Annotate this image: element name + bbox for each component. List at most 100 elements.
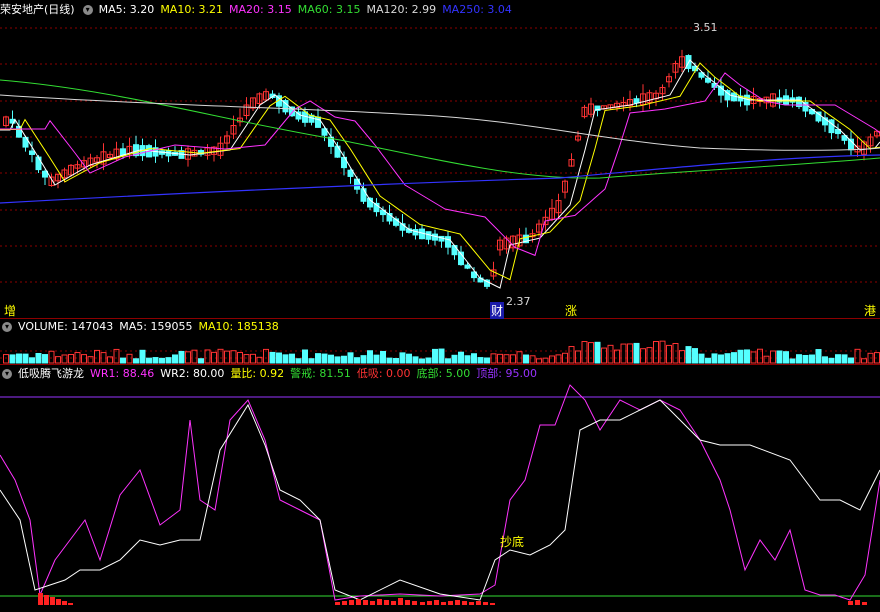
volume-bar	[516, 351, 523, 364]
volume-bar	[35, 352, 42, 364]
volume-bar	[133, 358, 139, 364]
volume-label: VOLUME: 147043	[18, 320, 114, 333]
volume-bar	[159, 357, 165, 364]
volume-bar	[510, 354, 516, 364]
low-buy-bar	[384, 600, 389, 605]
volume-bar	[438, 348, 445, 364]
low-buy-bar	[490, 603, 495, 605]
low-buy-bar	[38, 593, 43, 605]
volume-bar	[666, 344, 672, 364]
volume-bar	[568, 346, 575, 364]
volume-bar	[172, 354, 178, 364]
ma250-label: MA250: 3.04	[442, 3, 512, 16]
wr1-label: WR1: 88.46	[90, 367, 155, 380]
volume-bar	[594, 341, 601, 364]
volume-bar	[48, 350, 55, 364]
volume-bar	[581, 341, 588, 364]
volume-header: ▾ VOLUME: 147043 MA5: 159055 MA10: 18513…	[0, 319, 285, 335]
volume-bar	[471, 353, 477, 364]
volume-bar	[185, 351, 191, 364]
volume-bar	[698, 353, 705, 364]
volume-bar	[425, 357, 432, 364]
volume-bar	[341, 355, 347, 364]
event-marker-cai[interactable]: 财	[490, 302, 505, 319]
volume-bar	[328, 354, 334, 364]
low-buy-bar	[862, 602, 867, 605]
volume-bar	[692, 348, 698, 364]
dixi-label: 低吸: 0.00	[356, 367, 411, 380]
volume-settings-icon[interactable]: ▾	[2, 322, 12, 332]
low-buy-bar	[427, 601, 432, 605]
low-buy-bar	[349, 600, 354, 605]
volume-bar	[204, 349, 211, 364]
volume-bar	[711, 353, 718, 364]
volume-bar	[406, 353, 412, 364]
low-buy-bar	[68, 603, 73, 605]
volume-bar	[445, 358, 451, 364]
event-marker-zeng[interactable]: 增	[4, 302, 16, 319]
indicator-settings-icon[interactable]: ▾	[2, 369, 12, 379]
dingbu-label: 顶部: 95.00	[476, 367, 537, 380]
volume-bar	[308, 358, 315, 364]
volume-bar	[412, 356, 419, 364]
event-marker-gang[interactable]: 港	[864, 302, 876, 319]
low-buy-bar	[391, 601, 396, 605]
vol-ma5-label: MA5: 159055	[119, 320, 193, 333]
low-buy-bar	[441, 602, 446, 605]
low-buy-bar	[483, 602, 488, 605]
volume-bar	[451, 354, 458, 364]
volume-bar	[841, 354, 848, 364]
volume-bar	[139, 349, 146, 364]
volume-bar	[848, 357, 854, 364]
pane-divider-2[interactable]	[0, 364, 880, 365]
volume-bar	[737, 349, 744, 364]
ma5-line	[0, 59, 880, 289]
kline-chart-canvas[interactable]	[0, 0, 880, 612]
volume-bar	[276, 352, 282, 364]
volume-bar	[3, 354, 9, 364]
stock-title[interactable]: 荣安地产(日线)	[0, 2, 75, 18]
ma60-label: MA60: 3.15	[297, 3, 361, 16]
wr2-line	[0, 399, 880, 601]
low-buy-bar	[44, 595, 49, 605]
volume-bar	[81, 354, 87, 364]
ma10-label: MA10: 3.21	[160, 3, 224, 16]
vol-ma10-label: MA10: 185138	[198, 320, 279, 333]
volume-bar	[94, 349, 100, 364]
volume-bar	[744, 349, 750, 364]
volume-bar	[419, 358, 425, 364]
volume-bar	[380, 350, 386, 364]
volume-bar	[464, 355, 471, 364]
volume-bar	[653, 341, 659, 364]
low-buy-bar	[363, 600, 368, 605]
volume-bar	[61, 354, 68, 364]
dibu-label: 底部: 5.00	[416, 367, 471, 380]
volume-bar	[282, 354, 289, 364]
main-chart-header: 荣安地产(日线) ▾ MA5: 3.20 MA10: 3.21 MA20: 3.…	[0, 2, 518, 18]
volume-bar	[861, 358, 867, 364]
settings-icon[interactable]: ▾	[82, 5, 93, 15]
volume-bar	[789, 358, 796, 364]
low-buy-bar	[370, 601, 375, 605]
volume-bar	[835, 354, 841, 364]
volume-bar	[295, 358, 302, 364]
candle-body	[464, 264, 471, 269]
volume-bar	[230, 350, 237, 364]
volume-bar	[828, 357, 835, 364]
volume-bar	[822, 356, 828, 364]
low-buy-bar	[462, 601, 467, 605]
low-buy-bar	[50, 597, 55, 605]
volume-bar	[815, 349, 822, 364]
volume-bar	[243, 354, 250, 364]
volume-bar	[9, 354, 16, 364]
volume-bar	[549, 355, 555, 364]
volume-bar	[360, 355, 367, 364]
volume-bar	[763, 355, 770, 364]
event-marker-zhang[interactable]: 涨	[565, 302, 577, 319]
liangbi-label: 量比: 0.92	[230, 367, 285, 380]
volume-bar	[555, 354, 562, 364]
low-buy-bar	[342, 601, 347, 605]
candle-body	[334, 145, 341, 158]
indicator-name[interactable]: 低吸腾飞游龙	[18, 366, 84, 382]
low-buy-bar	[448, 601, 453, 605]
